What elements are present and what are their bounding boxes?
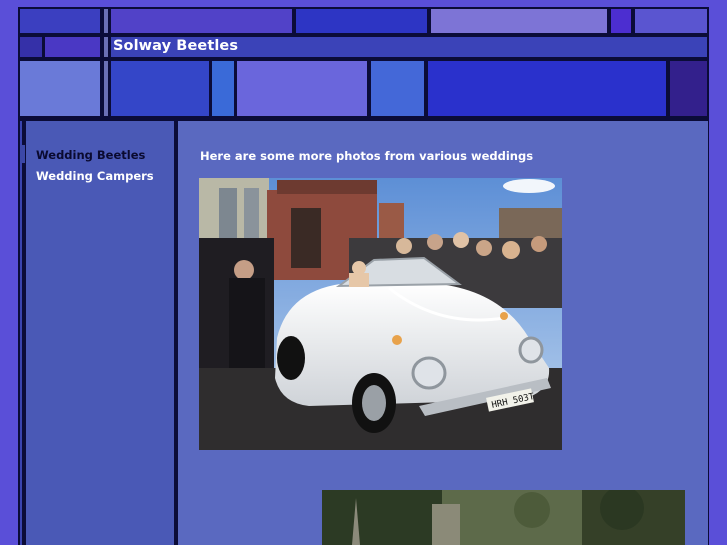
header-tile — [611, 9, 631, 33]
header-tile — [212, 61, 234, 116]
header-tile — [20, 37, 42, 57]
header-tile — [670, 61, 707, 116]
church-photo — [322, 490, 685, 545]
sidebar — [26, 121, 174, 545]
header-tile — [104, 61, 108, 116]
header-tile — [371, 61, 424, 116]
header-tile — [45, 37, 100, 57]
header-tile — [237, 61, 367, 116]
nav-link-wedding-campers[interactable]: Wedding Campers — [36, 169, 154, 183]
active-indicator — [20, 145, 25, 163]
gutter-bar — [20, 121, 22, 545]
header-tile — [20, 9, 100, 33]
nav-link-wedding-beetles[interactable]: Wedding Beetles — [36, 148, 145, 162]
wedding-beetle-photo: HRH 503T — [199, 178, 562, 450]
header-tile — [431, 9, 607, 33]
header-tile — [20, 61, 100, 116]
header-tile — [111, 9, 292, 33]
header-tile — [428, 61, 666, 116]
header-tile — [104, 37, 108, 57]
header-tile — [296, 9, 427, 33]
site-title: Solway Beetles — [113, 38, 239, 54]
header-tile — [635, 9, 707, 33]
header-tile — [111, 61, 209, 116]
header-tile — [104, 9, 108, 33]
intro-text: Here are some more photos from various w… — [200, 149, 534, 163]
